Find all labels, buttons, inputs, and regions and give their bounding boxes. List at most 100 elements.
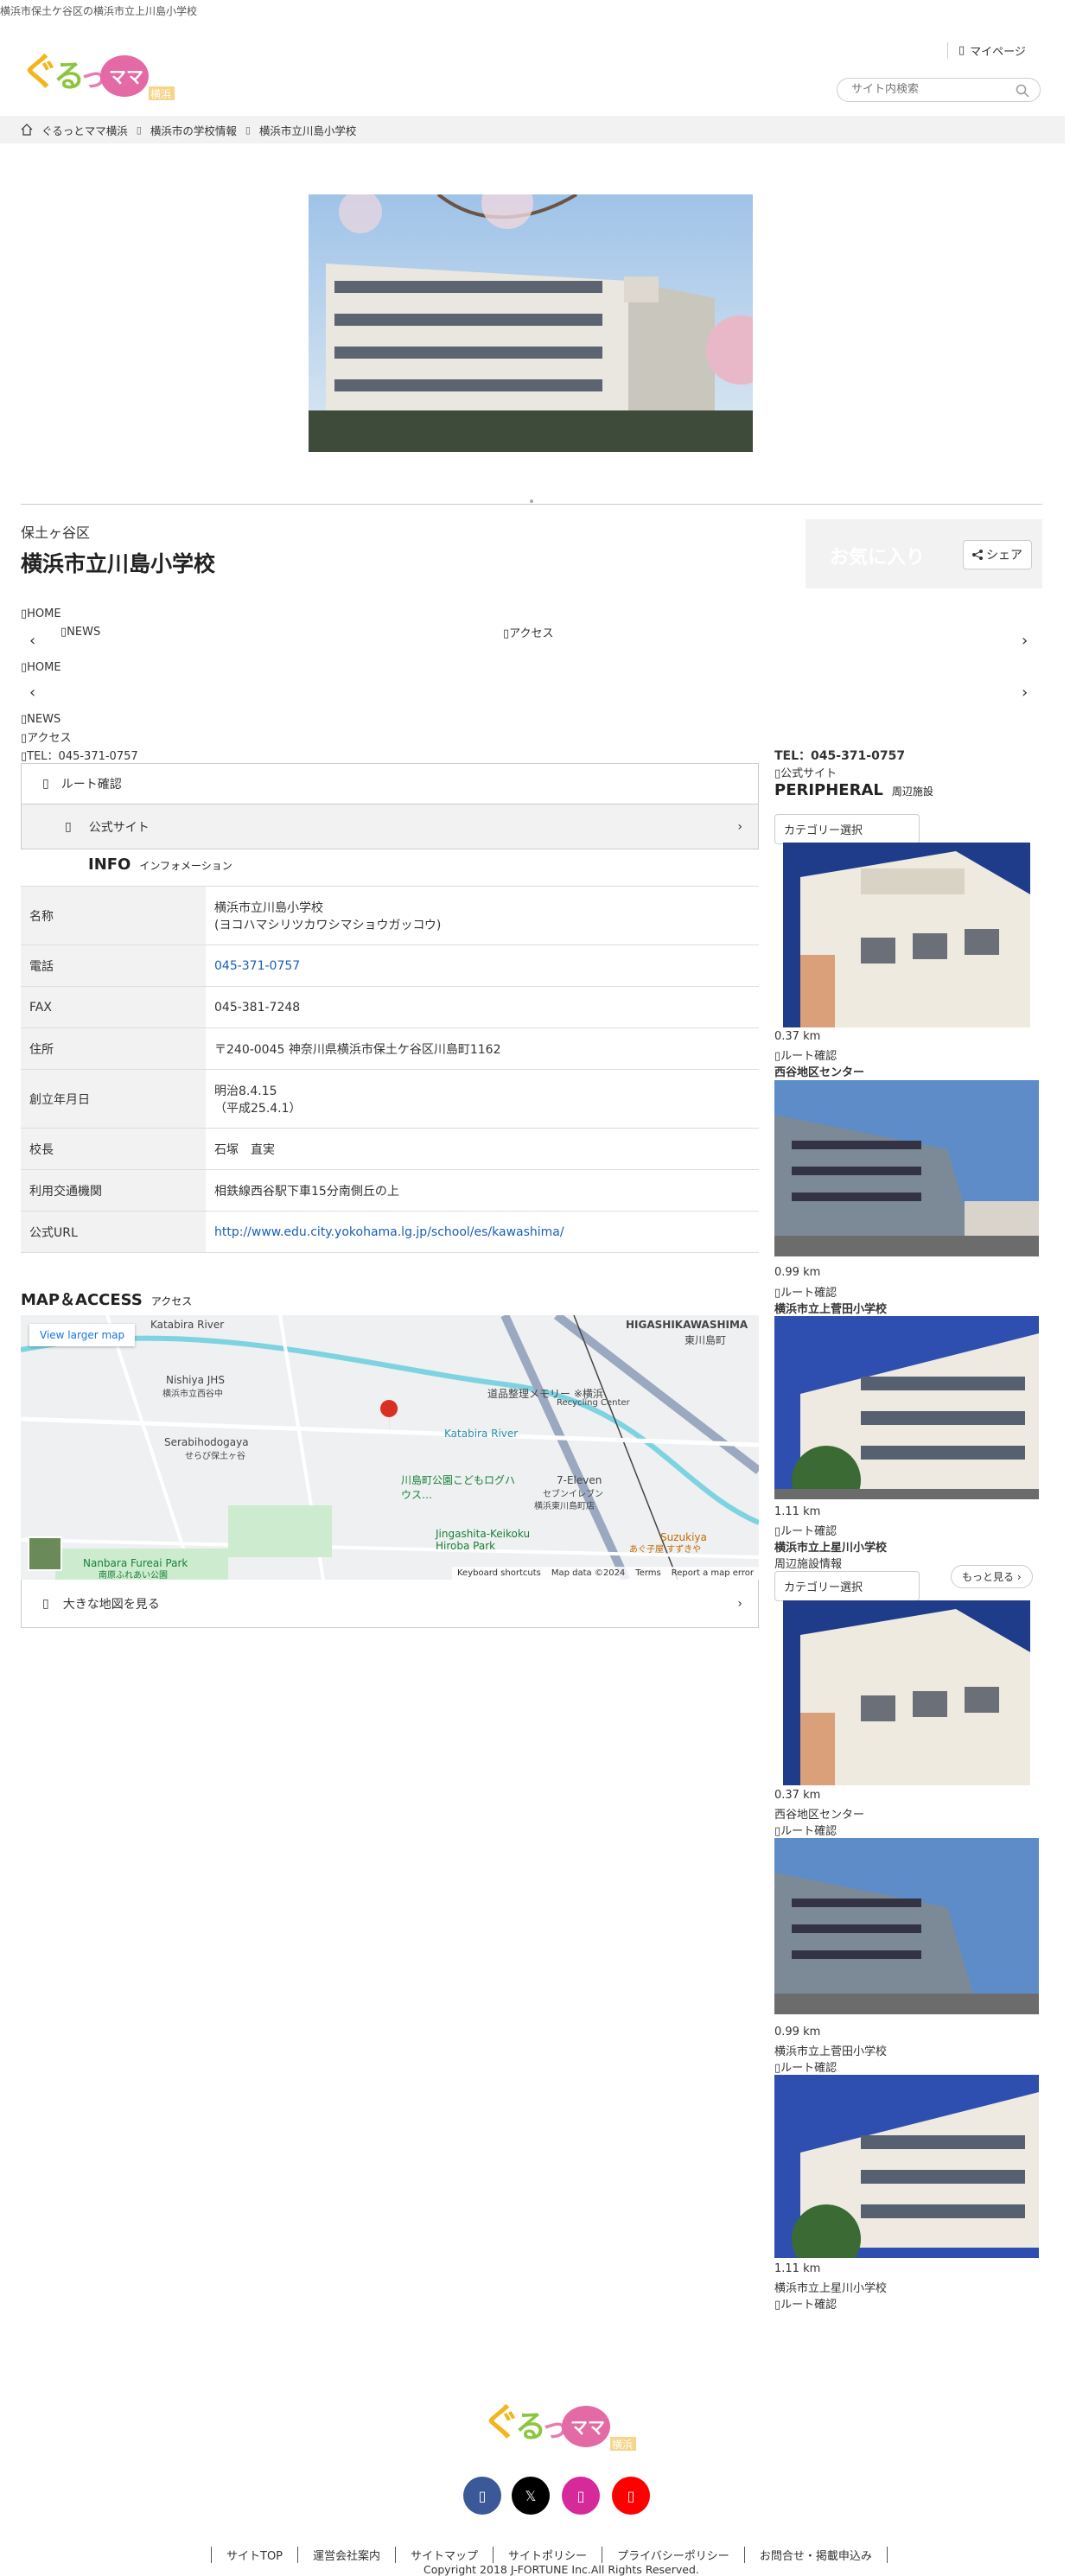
favorite-button[interactable]: お気に入り	[830, 542, 925, 569]
footer-link[interactable]: プライバシーポリシー	[602, 2547, 744, 2563]
row-key: 創立年月日	[21, 1069, 206, 1129]
facility-photo[interactable]	[774, 2075, 1039, 2258]
facility-distance: 0.99 km	[774, 2026, 821, 2039]
category-select-2[interactable]: カテゴリー選択	[774, 1571, 920, 1601]
facility-photo[interactable]	[783, 1600, 1030, 1785]
footer-link[interactable]: サイトポリシー	[493, 2547, 602, 2563]
youtube-icon[interactable]: ▯	[612, 2477, 650, 2515]
more-button[interactable]: もっと見る ›	[951, 1565, 1033, 1588]
row-value: 045-371-0757	[206, 945, 759, 987]
phone-link[interactable]: 045-371-0757	[214, 959, 300, 973]
satellite-toggle[interactable]	[28, 1536, 62, 1571]
tab-home[interactable]: ▯HOME	[21, 607, 61, 620]
facility-name[interactable]: 横浜市立上菅田小学校	[774, 2042, 887, 2058]
prev-arrow[interactable]: ‹	[29, 632, 35, 650]
map-label: Jingashita-Keikoku Hiroba Park	[436, 1528, 531, 1552]
row-key: 公式URL	[21, 1211, 206, 1253]
tab-news[interactable]: ▯NEWS	[60, 626, 100, 639]
official-site-button[interactable]: ▯ 公式サイト ›	[21, 805, 759, 849]
facility-name[interactable]: 横浜市立上菅田小学校	[774, 1300, 887, 1316]
info-table: 名称 横浜市立川島小学校 (ヨコハマシリツカワシマショウガッコウ) 電話 045-37…	[21, 886, 759, 1253]
facility-name[interactable]: 横浜市立上星川小学校	[774, 2279, 887, 2295]
view-larger-map-link[interactable]: View larger map	[29, 1324, 136, 1346]
tab-home-dup[interactable]: ▯HOME	[21, 661, 61, 674]
page-title: 横浜市立川島小学校	[21, 551, 216, 576]
row-value: 相鉄線西谷駅下車15分南側丘の上	[206, 1169, 759, 1212]
keyboard-shortcuts-link[interactable]: Keyboard shortcuts	[457, 1568, 541, 1578]
row-key: 住所	[21, 1027, 206, 1070]
row-key: 校長	[21, 1128, 206, 1170]
google-map[interactable]: View larger map Katabira River HIGASHIKA…	[21, 1315, 759, 1580]
facility-photo[interactable]	[774, 1838, 1039, 2014]
chevron-right-icon: ›	[737, 1596, 742, 1611]
info-heading: INFO インフォメーション	[88, 855, 232, 874]
map-label: あぐ子屋 すずきや	[629, 1545, 702, 1555]
side-official-site[interactable]: ▯公式サイト	[774, 764, 837, 780]
x-icon[interactable]: 𝕏	[512, 2477, 550, 2515]
facility-route-link[interactable]: ▯ルート確認	[774, 1822, 837, 1838]
table-row: 住所 〒240-0045 神奈川県横浜市保土ケ谷区川島町1162	[21, 1027, 759, 1070]
site-logo[interactable]: ぐ る っ ママ 横浜	[21, 43, 176, 104]
svg-text:横浜: 横浜	[612, 2439, 633, 2451]
facility-route-link[interactable]: ▯ルート確認	[774, 2058, 837, 2075]
side-tel[interactable]: TEL：045-371-0757	[774, 747, 905, 764]
instagram-icon[interactable]: ▯	[562, 2477, 600, 2515]
breadcrumb-home[interactable]: ぐるっとママ横浜	[41, 122, 128, 138]
svg-text:ママ: ママ	[570, 2417, 605, 2438]
map-label: 南原ふれあい公園	[99, 1571, 168, 1580]
footer-link[interactable]: 運営会社案内	[297, 2547, 395, 2563]
route-button[interactable]: ▯ ルート確認	[21, 763, 759, 805]
tab-access[interactable]: ▯アクセス	[503, 624, 554, 640]
table-row: 名称 横浜市立川島小学校 (ヨコハマシリツカワシマショウガッコウ)	[21, 886, 759, 945]
facility-name[interactable]: 横浜市立上星川小学校	[774, 1538, 887, 1555]
row-value: http://www.edu.city.yokohama.lg.jp/schoo…	[206, 1211, 759, 1253]
facility-distance: 0.99 km	[774, 1266, 821, 1279]
map-label: Katabira River	[150, 1319, 225, 1331]
category-select[interactable]: カテゴリー選択	[774, 814, 920, 844]
prev-arrow-2[interactable]: ‹	[29, 684, 35, 702]
footer-link[interactable]: サイトマップ	[395, 2547, 493, 2563]
official-url-link[interactable]: http://www.edu.city.yokohama.lg.jp/schoo…	[214, 1225, 564, 1239]
search-icon[interactable]	[1016, 84, 1029, 98]
larger-map-button[interactable]: ▯ 大きな地図を見る ›	[21, 1580, 759, 1628]
facility-distance: 1.11 km	[774, 2262, 821, 2275]
share-icon	[972, 550, 983, 560]
share-button[interactable]: シェア	[963, 540, 1032, 569]
table-row: 校長 石塚 直実	[21, 1128, 759, 1170]
facebook-icon[interactable]: ▯	[463, 2477, 501, 2515]
facility-photo[interactable]	[783, 843, 1030, 1027]
breadcrumb-parent[interactable]: 横浜市の学校情報	[150, 122, 237, 138]
facility-photo[interactable]	[774, 1080, 1039, 1256]
facility-photo[interactable]	[774, 1316, 1039, 1499]
footer-link[interactable]: お問合せ・掲載申込み	[743, 2547, 888, 2563]
next-arrow[interactable]: ›	[1022, 632, 1028, 650]
report-error-link[interactable]: Report a map error	[672, 1568, 754, 1578]
facility-name[interactable]: 西谷地区センター	[774, 1805, 864, 1822]
facility-name[interactable]: 西谷地区センター	[774, 1063, 864, 1079]
facility-route-link[interactable]: ▯ルート確認	[774, 2295, 837, 2312]
site-search[interactable]	[837, 78, 1041, 102]
mypage-link[interactable]: ▯ マイページ	[947, 42, 1026, 59]
facility-route-link[interactable]: ▯ルート確認	[774, 1522, 837, 1538]
next-arrow-2[interactable]: ›	[1022, 684, 1028, 702]
footer-logo[interactable]: ぐ る っ ママ 横浜	[482, 2394, 638, 2454]
tab-tel[interactable]: ▯TEL：045-371-0757	[21, 747, 138, 763]
row-key: 名称	[21, 886, 206, 945]
row-value: 045-381-7248	[206, 986, 759, 1028]
facility-route-link[interactable]: ▯ルート確認	[774, 1283, 837, 1300]
map-label: 横浜市立西谷中	[162, 1390, 223, 1399]
tab-news-dup[interactable]: ▯NEWS	[21, 713, 60, 726]
breadcrumb-current: 横浜市立川島小学校	[258, 124, 357, 137]
page-top-tagline: 横浜市保土ケ谷区の横浜市立上川島小学校	[0, 5, 198, 17]
terms-link[interactable]: Terms	[635, 1568, 660, 1578]
route-icon: ▯	[42, 777, 49, 791]
row-value: 横浜市立川島小学校 (ヨコハマシリツカワシマショウガッコウ)	[206, 886, 759, 945]
tab-access-dup[interactable]: ▯アクセス	[21, 728, 72, 745]
area-label: 保土ヶ谷区	[21, 525, 91, 541]
map-canvas[interactable]	[21, 1315, 759, 1580]
search-input[interactable]	[851, 83, 1007, 96]
facility-route-link[interactable]: ▯ルート確認	[774, 1046, 837, 1063]
map-label: HIGASHIKAWASHIMA	[626, 1319, 748, 1331]
table-row: 公式URL http://www.edu.city.yokohama.lg.jp/…	[21, 1211, 759, 1253]
footer-link[interactable]: サイトTOP	[211, 2547, 297, 2563]
